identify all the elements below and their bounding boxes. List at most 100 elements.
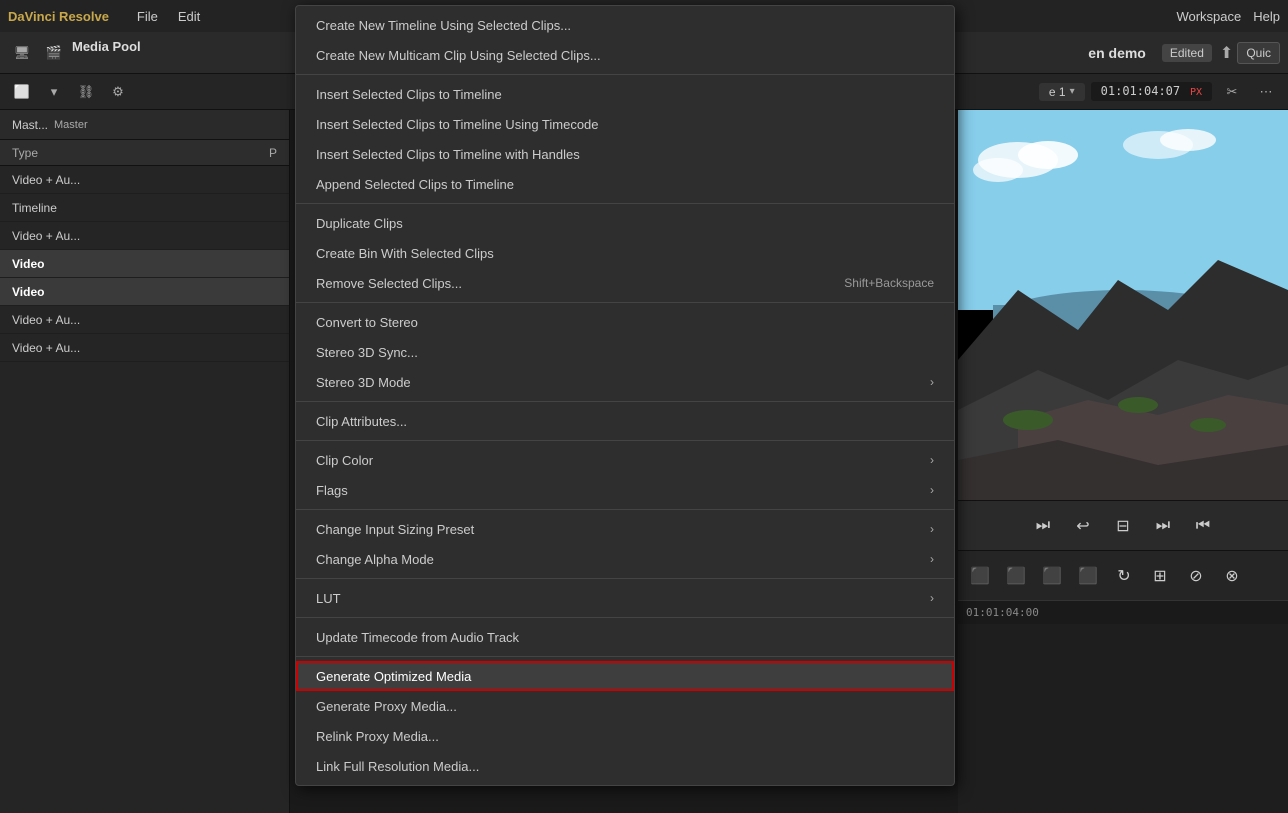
app-brand: DaVinci Resolve bbox=[8, 9, 109, 24]
monitor-icon[interactable]: 🖥 bbox=[8, 39, 36, 67]
menu-stereo-3d-sync-label: Stereo 3D Sync... bbox=[316, 345, 934, 360]
preview-area bbox=[958, 110, 1288, 500]
project-name: en demo bbox=[1088, 45, 1146, 61]
skip-to-end-button[interactable]: ⏭ bbox=[1149, 512, 1177, 540]
menu-insert-clips-timecode[interactable]: Insert Selected Clips to Timeline Using … bbox=[296, 109, 954, 139]
transport-icon-2[interactable]: ⬛ bbox=[1002, 562, 1030, 590]
menu-clip-attributes[interactable]: Clip Attributes... bbox=[296, 406, 954, 436]
menu-clip-color[interactable]: Clip Color › bbox=[296, 445, 954, 475]
list-item[interactable]: Video + Au... bbox=[0, 166, 289, 194]
right-panel: ⏭ ↩ ⊟ ⏭ ⏮ ⬛ ⬛ ⬛ ⬛ ↻ ⊞ ⊘ ⊗ 01:01:04:00 bbox=[958, 110, 1288, 813]
view-toggle-icon[interactable]: ⬜ bbox=[8, 78, 36, 106]
menu-generate-proxy[interactable]: Generate Proxy Media... bbox=[296, 691, 954, 721]
list-item[interactable]: Video bbox=[0, 278, 289, 306]
menu-generate-optimized[interactable]: Generate Optimized Media bbox=[296, 661, 954, 691]
export-icon[interactable]: ⬆ bbox=[1220, 43, 1233, 63]
edited-badge: Edited bbox=[1162, 44, 1212, 62]
menu-lut[interactable]: LUT › bbox=[296, 583, 954, 613]
quick-export-button[interactable]: Quic bbox=[1237, 42, 1280, 64]
media-pool-icon[interactable]: 🎬 bbox=[40, 39, 68, 67]
top-right-section: Workspace Help bbox=[1176, 9, 1280, 24]
timeline-ruler: 01:01:04:00 bbox=[958, 600, 1288, 624]
menu-flags[interactable]: Flags › bbox=[296, 475, 954, 505]
menu-insert-clips[interactable]: Insert Selected Clips to Timeline bbox=[296, 79, 954, 109]
media-pool-icons: 🖥 🎬 Media Pool bbox=[8, 39, 141, 67]
unlink-icon[interactable]: ⊗ bbox=[1218, 562, 1246, 590]
separator-2 bbox=[296, 203, 954, 204]
razor-icon[interactable]: ✂ bbox=[1218, 78, 1246, 106]
skip-to-start-button[interactable]: ⏭ bbox=[1029, 512, 1057, 540]
menu-change-input-sizing-label: Change Input Sizing Preset bbox=[316, 522, 922, 537]
col-header-type: Type bbox=[12, 146, 269, 160]
menu-duplicate-clips[interactable]: Duplicate Clips bbox=[296, 208, 954, 238]
separator-4 bbox=[296, 401, 954, 402]
separator-8 bbox=[296, 617, 954, 618]
ruler-timecode: 01:01:04:00 bbox=[966, 606, 1039, 619]
menu-generate-optimized-label: Generate Optimized Media bbox=[316, 669, 934, 684]
menu-clip-color-label: Clip Color bbox=[316, 453, 922, 468]
breadcrumb-text: Mast... bbox=[12, 118, 48, 132]
timecode-display: 01:01:04:07 PX bbox=[1091, 82, 1212, 101]
item-name: Video + Au... bbox=[12, 229, 277, 243]
list-item[interactable]: Video + Au... bbox=[0, 222, 289, 250]
timeline-name-box[interactable]: e 1 ▾ bbox=[1039, 83, 1085, 101]
transport-icon-1[interactable]: ⬛ bbox=[966, 562, 994, 590]
menu-change-alpha-mode[interactable]: Change Alpha Mode › bbox=[296, 544, 954, 574]
menu-insert-clips-handles[interactable]: Insert Selected Clips to Timeline with H… bbox=[296, 139, 954, 169]
menu-change-input-sizing[interactable]: Change Input Sizing Preset › bbox=[296, 514, 954, 544]
item-name: Video + Au... bbox=[12, 173, 277, 187]
menu-append-clips-label: Append Selected Clips to Timeline bbox=[316, 177, 934, 192]
menu-convert-stereo[interactable]: Convert to Stereo bbox=[296, 307, 954, 337]
transport-icon-3[interactable]: ⬛ bbox=[1038, 562, 1066, 590]
column-headers: Type P bbox=[0, 140, 289, 166]
menu-stereo-3d-sync[interactable]: Stereo 3D Sync... bbox=[296, 337, 954, 367]
menu-stereo-3d-mode-label: Stereo 3D Mode bbox=[316, 375, 922, 390]
menu-remove-clips-shortcut: Shift+Backspace bbox=[844, 276, 934, 290]
px-badge: PX bbox=[1190, 87, 1202, 98]
menu-create-bin-label: Create Bin With Selected Clips bbox=[316, 246, 934, 261]
menu-edit[interactable]: Edit bbox=[168, 9, 210, 24]
separator-7 bbox=[296, 578, 954, 579]
playback-controls: ⏭ ↩ ⊟ ⏭ ⏮ bbox=[958, 500, 1288, 550]
list-item[interactable]: Video bbox=[0, 250, 289, 278]
list-item[interactable]: Video + Au... bbox=[0, 334, 289, 362]
prev-frame-button[interactable]: ⏮ bbox=[1189, 512, 1217, 540]
menu-remove-clips[interactable]: Remove Selected Clips... Shift+Backspace bbox=[296, 268, 954, 298]
link-icon[interactable]: ⛓ bbox=[72, 78, 100, 106]
menu-link-full-res[interactable]: Link Full Resolution Media... bbox=[296, 751, 954, 781]
settings-icon[interactable]: ⚙ bbox=[104, 78, 132, 106]
transport-icon-4[interactable]: ⬛ bbox=[1074, 562, 1102, 590]
fit-button[interactable]: ⊟ bbox=[1109, 512, 1137, 540]
menu-stereo-3d-mode[interactable]: Stereo 3D Mode › bbox=[296, 367, 954, 397]
grid-icon[interactable]: ⊞ bbox=[1146, 562, 1174, 590]
timeline-dropdown-icon[interactable]: ▾ bbox=[1070, 86, 1075, 97]
item-name: Video + Au... bbox=[12, 341, 277, 355]
menu-insert-clips-label: Insert Selected Clips to Timeline bbox=[316, 87, 934, 102]
separator-9 bbox=[296, 656, 954, 657]
menu-file[interactable]: File bbox=[127, 9, 168, 24]
menu-create-multicam[interactable]: Create New Multicam Clip Using Selected … bbox=[296, 40, 954, 70]
workspace-label[interactable]: Workspace bbox=[1176, 9, 1241, 24]
menu-create-bin[interactable]: Create Bin With Selected Clips bbox=[296, 238, 954, 268]
chevron-icon[interactable]: ▾ bbox=[40, 78, 68, 106]
menu-update-timecode[interactable]: Update Timecode from Audio Track bbox=[296, 622, 954, 652]
preview-image bbox=[958, 110, 1288, 500]
help-label[interactable]: Help bbox=[1253, 9, 1280, 24]
menu-relink-proxy[interactable]: Relink Proxy Media... bbox=[296, 721, 954, 751]
menu-generate-proxy-label: Generate Proxy Media... bbox=[316, 699, 934, 714]
item-name: Video + Au... bbox=[12, 313, 277, 327]
menu-append-clips[interactable]: Append Selected Clips to Timeline bbox=[296, 169, 954, 199]
transport-bar: ⬛ ⬛ ⬛ ⬛ ↻ ⊞ ⊘ ⊗ bbox=[958, 550, 1288, 600]
link-icon-2[interactable]: ⊘ bbox=[1182, 562, 1210, 590]
loop-button[interactable]: ↩ bbox=[1069, 512, 1097, 540]
list-item[interactable]: Timeline bbox=[0, 194, 289, 222]
submenu-arrow-flags: › bbox=[930, 483, 934, 497]
context-menu: Create New Timeline Using Selected Clips… bbox=[295, 5, 955, 786]
separator-6 bbox=[296, 509, 954, 510]
timeline-controls: e 1 ▾ 01:01:04:07 PX ✂ ⋯ bbox=[1039, 78, 1280, 106]
menu-relink-proxy-label: Relink Proxy Media... bbox=[316, 729, 934, 744]
refresh-icon[interactable]: ↻ bbox=[1110, 562, 1138, 590]
list-item[interactable]: Video + Au... bbox=[0, 306, 289, 334]
more-options-icon[interactable]: ⋯ bbox=[1252, 78, 1280, 106]
menu-create-timeline[interactable]: Create New Timeline Using Selected Clips… bbox=[296, 10, 954, 40]
